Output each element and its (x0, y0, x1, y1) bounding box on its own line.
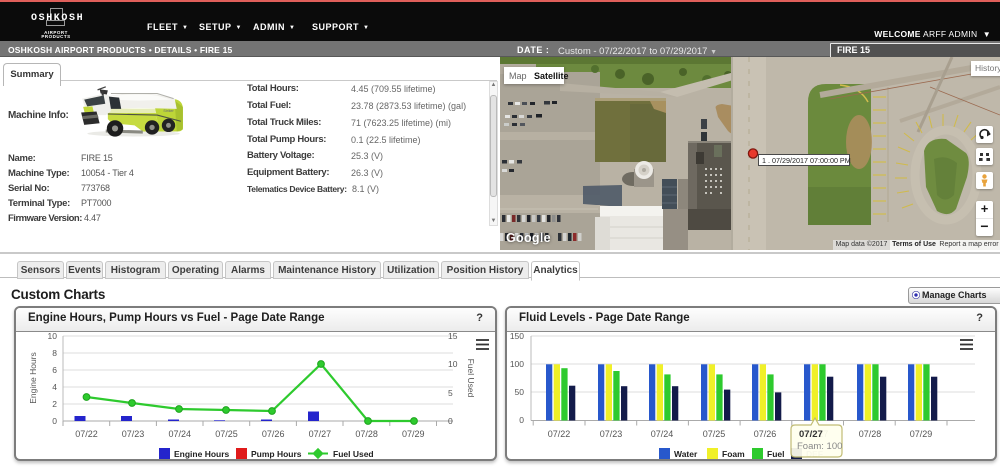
svg-text:10: 10 (448, 359, 458, 369)
svg-text:150: 150 (510, 331, 524, 341)
svg-text:07/25: 07/25 (703, 429, 726, 439)
svg-text:50: 50 (515, 387, 525, 397)
svg-text:8: 8 (52, 348, 57, 358)
svg-text:Fuel Used: Fuel Used (333, 449, 374, 459)
svg-text:07/27: 07/27 (309, 429, 332, 439)
svg-text:Water: Water (674, 449, 698, 459)
svg-text:07/26: 07/26 (262, 429, 285, 439)
svg-text:Fuel: Fuel (767, 449, 784, 459)
svg-text:07/23: 07/23 (600, 429, 623, 439)
svg-text:07/28: 07/28 (859, 429, 882, 439)
svg-text:07/25: 07/25 (215, 429, 238, 439)
svg-text:07/23: 07/23 (122, 429, 145, 439)
svg-text:100: 100 (510, 359, 524, 369)
svg-text:07/22: 07/22 (548, 429, 571, 439)
svg-text:07/24: 07/24 (169, 429, 192, 439)
svg-text:Striker: Striker (163, 109, 174, 113)
svg-text:07/22: 07/22 (75, 429, 98, 439)
svg-text:10: 10 (48, 331, 58, 341)
svg-text:07/26: 07/26 (754, 429, 777, 439)
svg-text:07/24: 07/24 (651, 429, 674, 439)
svg-text:07/27: 07/27 (799, 429, 823, 440)
svg-text:Foam: 100: Foam: 100 (797, 441, 842, 452)
svg-text:0: 0 (519, 415, 524, 425)
svg-text:0: 0 (52, 416, 57, 426)
svg-text:Fuel Used: Fuel Used (466, 359, 476, 398)
svg-text:2: 2 (52, 399, 57, 409)
svg-text:5: 5 (448, 388, 453, 398)
svg-text:Pump Hours: Pump Hours (251, 449, 302, 459)
svg-text:6: 6 (52, 365, 57, 375)
svg-text:0: 0 (448, 416, 453, 426)
svg-text:07/29: 07/29 (402, 429, 425, 439)
svg-text:Engine Hours: Engine Hours (28, 352, 38, 404)
svg-text:07/28: 07/28 (355, 429, 378, 439)
svg-text:4: 4 (52, 382, 57, 392)
svg-text:Engine Hours: Engine Hours (174, 449, 230, 459)
svg-text:07/29: 07/29 (910, 429, 933, 439)
svg-text:15: 15 (448, 331, 458, 341)
svg-text:Foam: Foam (722, 449, 745, 459)
